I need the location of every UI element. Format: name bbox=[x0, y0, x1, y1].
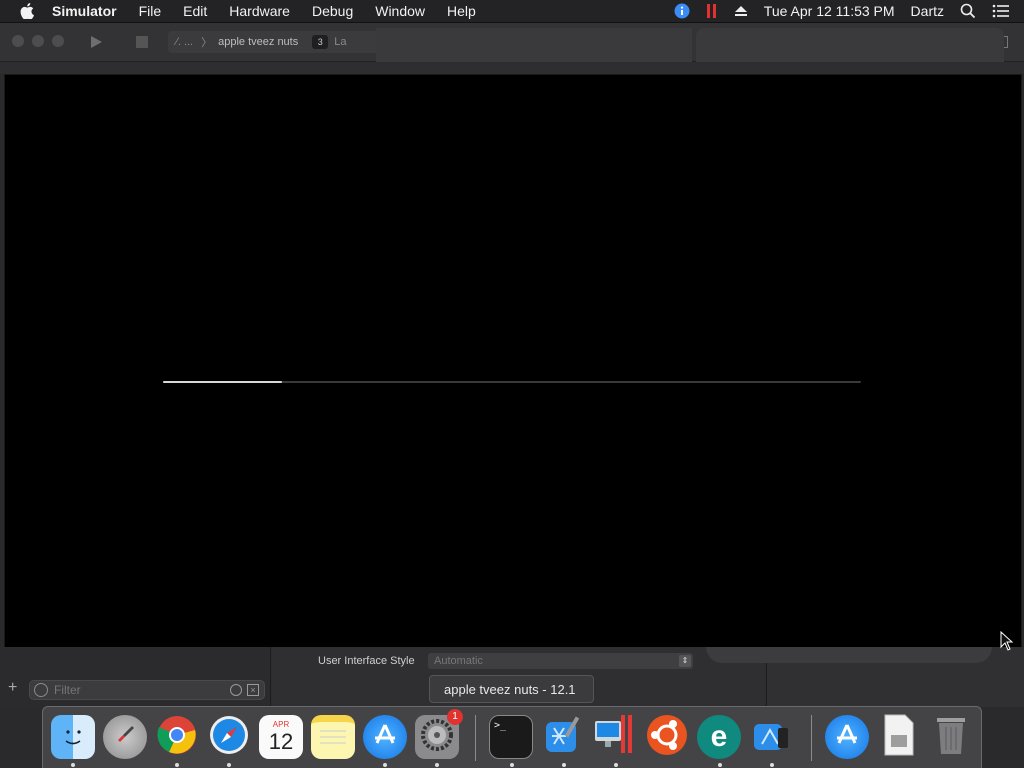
eject-icon[interactable] bbox=[734, 5, 748, 17]
dock-item-chrome[interactable] bbox=[155, 715, 199, 759]
activity-status-text: La bbox=[334, 36, 347, 48]
menu-edit[interactable]: Edit bbox=[172, 0, 218, 22]
rocket-icon bbox=[112, 722, 138, 753]
chevron-right-icon: 〉 bbox=[201, 37, 213, 49]
installer-icon bbox=[882, 713, 916, 762]
dock-item-app-store-downloads[interactable] bbox=[825, 715, 869, 759]
dock-item-simulator[interactable] bbox=[749, 715, 793, 759]
boot-progress-fill bbox=[163, 381, 282, 383]
calendar-day: 12 bbox=[268, 729, 294, 754]
notes-icon bbox=[318, 725, 348, 756]
scheme-icon: ⁄. ... bbox=[176, 36, 194, 48]
parallels-status-icon[interactable] bbox=[706, 3, 718, 19]
menu-window[interactable]: Window bbox=[364, 0, 436, 22]
recent-files-clock-icon[interactable] bbox=[230, 684, 242, 696]
user-menu[interactable]: Dartz bbox=[911, 3, 944, 19]
menu-debug[interactable]: Debug bbox=[301, 0, 364, 22]
ui-style-popup[interactable]: Automatic ⇕ bbox=[428, 653, 693, 669]
popup-arrows-icon: ⇕ bbox=[679, 655, 691, 667]
activity-count-badge: 3 bbox=[312, 35, 329, 49]
panel-overlay-shape bbox=[706, 647, 992, 663]
dock-item-trash[interactable] bbox=[929, 715, 973, 759]
dock-item-notes[interactable] bbox=[311, 715, 355, 759]
terminal-icon: >_ bbox=[494, 720, 507, 731]
filter-input[interactable] bbox=[52, 682, 226, 698]
notification-center-icon[interactable] bbox=[992, 4, 1010, 18]
parallels-icon bbox=[593, 713, 637, 762]
appstore-icon bbox=[371, 721, 399, 754]
xcode-icon bbox=[542, 714, 584, 761]
run-button[interactable] bbox=[82, 30, 110, 54]
navigator-pane: + × bbox=[0, 647, 271, 707]
menu-file[interactable]: File bbox=[128, 0, 173, 22]
window-zoom-button[interactable] bbox=[52, 35, 64, 47]
info-icon[interactable] bbox=[674, 3, 690, 19]
calendar-icon: APR 12 bbox=[269, 720, 293, 754]
running-indicator bbox=[718, 763, 722, 767]
filter-icon bbox=[34, 683, 48, 697]
running-indicator bbox=[71, 763, 75, 767]
compass-icon bbox=[209, 715, 249, 760]
dock-item-finder[interactable] bbox=[51, 715, 95, 759]
menu-hardware[interactable]: Hardware bbox=[218, 0, 301, 22]
running-indicator bbox=[510, 763, 514, 767]
window-minimize-button[interactable] bbox=[32, 35, 44, 47]
running-indicator bbox=[435, 763, 439, 767]
gear-icon bbox=[420, 718, 454, 757]
eset-icon: e bbox=[710, 720, 728, 753]
ubuntu-icon bbox=[646, 714, 688, 761]
simulator-icon bbox=[750, 714, 792, 761]
dock-item-terminal[interactable]: >_ bbox=[489, 715, 533, 759]
running-indicator bbox=[770, 763, 774, 767]
boot-progress-bar bbox=[163, 381, 861, 383]
running-indicator bbox=[175, 763, 179, 767]
running-indicator bbox=[562, 763, 566, 767]
dock: APR 12 1 >_ e bbox=[42, 706, 982, 768]
menu-bar: Simulator File Edit Hardware Debug Windo… bbox=[0, 0, 1024, 23]
chrome-icon bbox=[157, 715, 197, 760]
dock-tooltip: apple tveez nuts - 12.1 bbox=[429, 675, 594, 703]
trash-icon bbox=[934, 714, 968, 761]
editor-tab-strip bbox=[0, 62, 1024, 74]
running-indicator bbox=[227, 763, 231, 767]
ui-style-label: User Interface Style bbox=[318, 655, 415, 667]
dock-item-installer[interactable] bbox=[877, 713, 921, 762]
spotlight-search-icon[interactable] bbox=[960, 3, 976, 19]
navigator-filter-field[interactable]: × bbox=[29, 680, 265, 700]
running-indicator bbox=[383, 763, 387, 767]
running-indicator bbox=[614, 763, 618, 767]
scheme-target-name: apple tveez nuts bbox=[218, 36, 299, 48]
dock-item-app-store[interactable] bbox=[363, 715, 407, 759]
dock-item-ubuntu[interactable] bbox=[645, 714, 689, 761]
dock-item-system-preferences[interactable]: 1 bbox=[415, 709, 463, 759]
ui-style-value: Automatic bbox=[434, 655, 483, 667]
scm-filter-icon[interactable]: × bbox=[247, 684, 259, 696]
dock-item-xcode[interactable] bbox=[541, 715, 585, 759]
add-icon[interactable]: + bbox=[8, 680, 22, 696]
dock-item-safari[interactable] bbox=[207, 715, 251, 759]
apple-menu-icon[interactable] bbox=[18, 2, 36, 20]
finder-icon bbox=[58, 720, 88, 755]
dock-item-calendar[interactable]: APR 12 bbox=[259, 715, 303, 759]
status-area: Tue Apr 12 11:53 PM Dartz bbox=[666, 0, 1024, 22]
dock-item-eset[interactable]: e bbox=[697, 715, 741, 759]
window-close-button[interactable] bbox=[12, 35, 24, 47]
app-menu-simulator[interactable]: Simulator bbox=[46, 0, 128, 22]
simulator-screen[interactable] bbox=[4, 74, 1022, 648]
menu-clock[interactable]: Tue Apr 12 11:53 PM bbox=[764, 3, 895, 19]
stop-button[interactable] bbox=[128, 30, 156, 54]
dock-item-launchpad[interactable] bbox=[103, 715, 147, 759]
dock-item-parallels[interactable] bbox=[593, 713, 637, 762]
menu-help[interactable]: Help bbox=[436, 0, 487, 22]
dock-separator bbox=[811, 715, 812, 761]
appstore-icon bbox=[833, 721, 861, 754]
mouse-cursor-icon bbox=[1000, 630, 1014, 651]
notification-badge: 1 bbox=[447, 709, 463, 725]
dock-separator bbox=[475, 715, 476, 761]
